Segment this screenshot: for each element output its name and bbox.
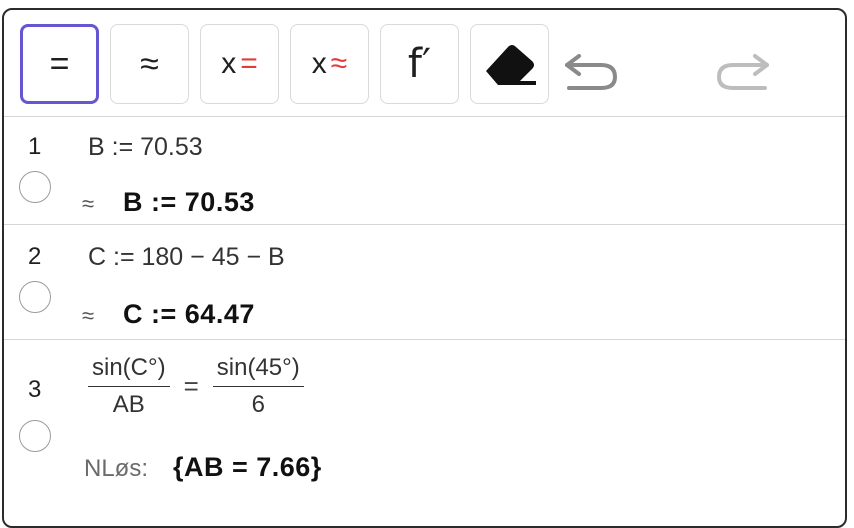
numeric-eval-label: ≈ (140, 44, 159, 83)
derivative-label: f′ (407, 41, 432, 87)
cas-toolbar: = ≈ x = x ≈ f′ (4, 10, 845, 116)
row-output-value: {AB = 7.66} (172, 452, 322, 482)
row-input[interactable]: B := 70.53 (88, 133, 203, 162)
exact-eval-label: = (49, 44, 70, 83)
row-visibility-toggle[interactable] (19, 420, 51, 452)
row-input[interactable]: sin(C°) AB = sin(45°) 6 (88, 354, 304, 419)
row-input[interactable]: C := 180 − 45 − B (88, 243, 285, 272)
redo-button[interactable] (708, 40, 778, 96)
derivative-button[interactable]: f′ (380, 24, 459, 104)
row-number: 2 (28, 243, 42, 270)
row-output-value: B := 70.53 (123, 187, 255, 217)
redo-icon (716, 54, 769, 90)
rhs-fraction: sin(45°) 6 (212, 354, 304, 419)
cas-row-1[interactable]: 1 B := 70.53 ≈ B := 70.53 (4, 116, 845, 224)
nsolve-result-label: NLøs: (84, 455, 149, 482)
nsolve-prefix: x (311, 47, 327, 80)
equals-sign: = (183, 371, 199, 401)
solve-symbol: = (240, 47, 258, 80)
row-number: 3 (28, 376, 42, 403)
exact-eval-button[interactable]: = (20, 24, 99, 104)
eraser-icon (485, 45, 536, 85)
row-visibility-toggle[interactable] (19, 281, 51, 313)
undo-button[interactable] (556, 40, 626, 96)
cas-window: = ≈ x = x ≈ f′ 1 B:= 70.53 ≈ B:= 70.53… (2, 8, 847, 528)
approx-marker: ≈ (82, 191, 95, 216)
numeric-eval-button[interactable]: ≈ (110, 24, 189, 104)
rhs-denominator: 6 (251, 391, 265, 418)
nsolve-symbol: ≈ (330, 47, 348, 80)
delete-button[interactable] (470, 24, 549, 104)
lhs-numerator: sin(C°) (88, 354, 170, 387)
solve-button[interactable]: x = (200, 24, 279, 104)
row-output: ≈ C := 64.47 (82, 299, 255, 330)
nsolve-button[interactable]: x ≈ (290, 24, 369, 104)
approx-marker: ≈ (82, 303, 95, 328)
row-number: 1 (28, 133, 42, 160)
row-visibility-toggle[interactable] (19, 171, 51, 203)
cas-row-3[interactable]: 3 sin(C°) AB = sin(45°) 6 NLøs: {AB = 7.… (4, 339, 845, 526)
lhs-fraction: sin(C°) AB (88, 354, 170, 419)
lhs-denominator: AB (112, 391, 145, 418)
row-output: NLøs: {AB = 7.66} (84, 452, 322, 483)
rhs-numerator: sin(45°) (212, 354, 304, 387)
row-output: ≈ B := 70.53 (82, 187, 255, 218)
solve-prefix: x (221, 47, 237, 80)
undo-icon (565, 54, 618, 90)
cas-row-2[interactable]: 2 C := 180 − 45 − B ≈ C := 64.47 (4, 224, 845, 339)
row-output-value: C := 64.47 (123, 299, 255, 329)
